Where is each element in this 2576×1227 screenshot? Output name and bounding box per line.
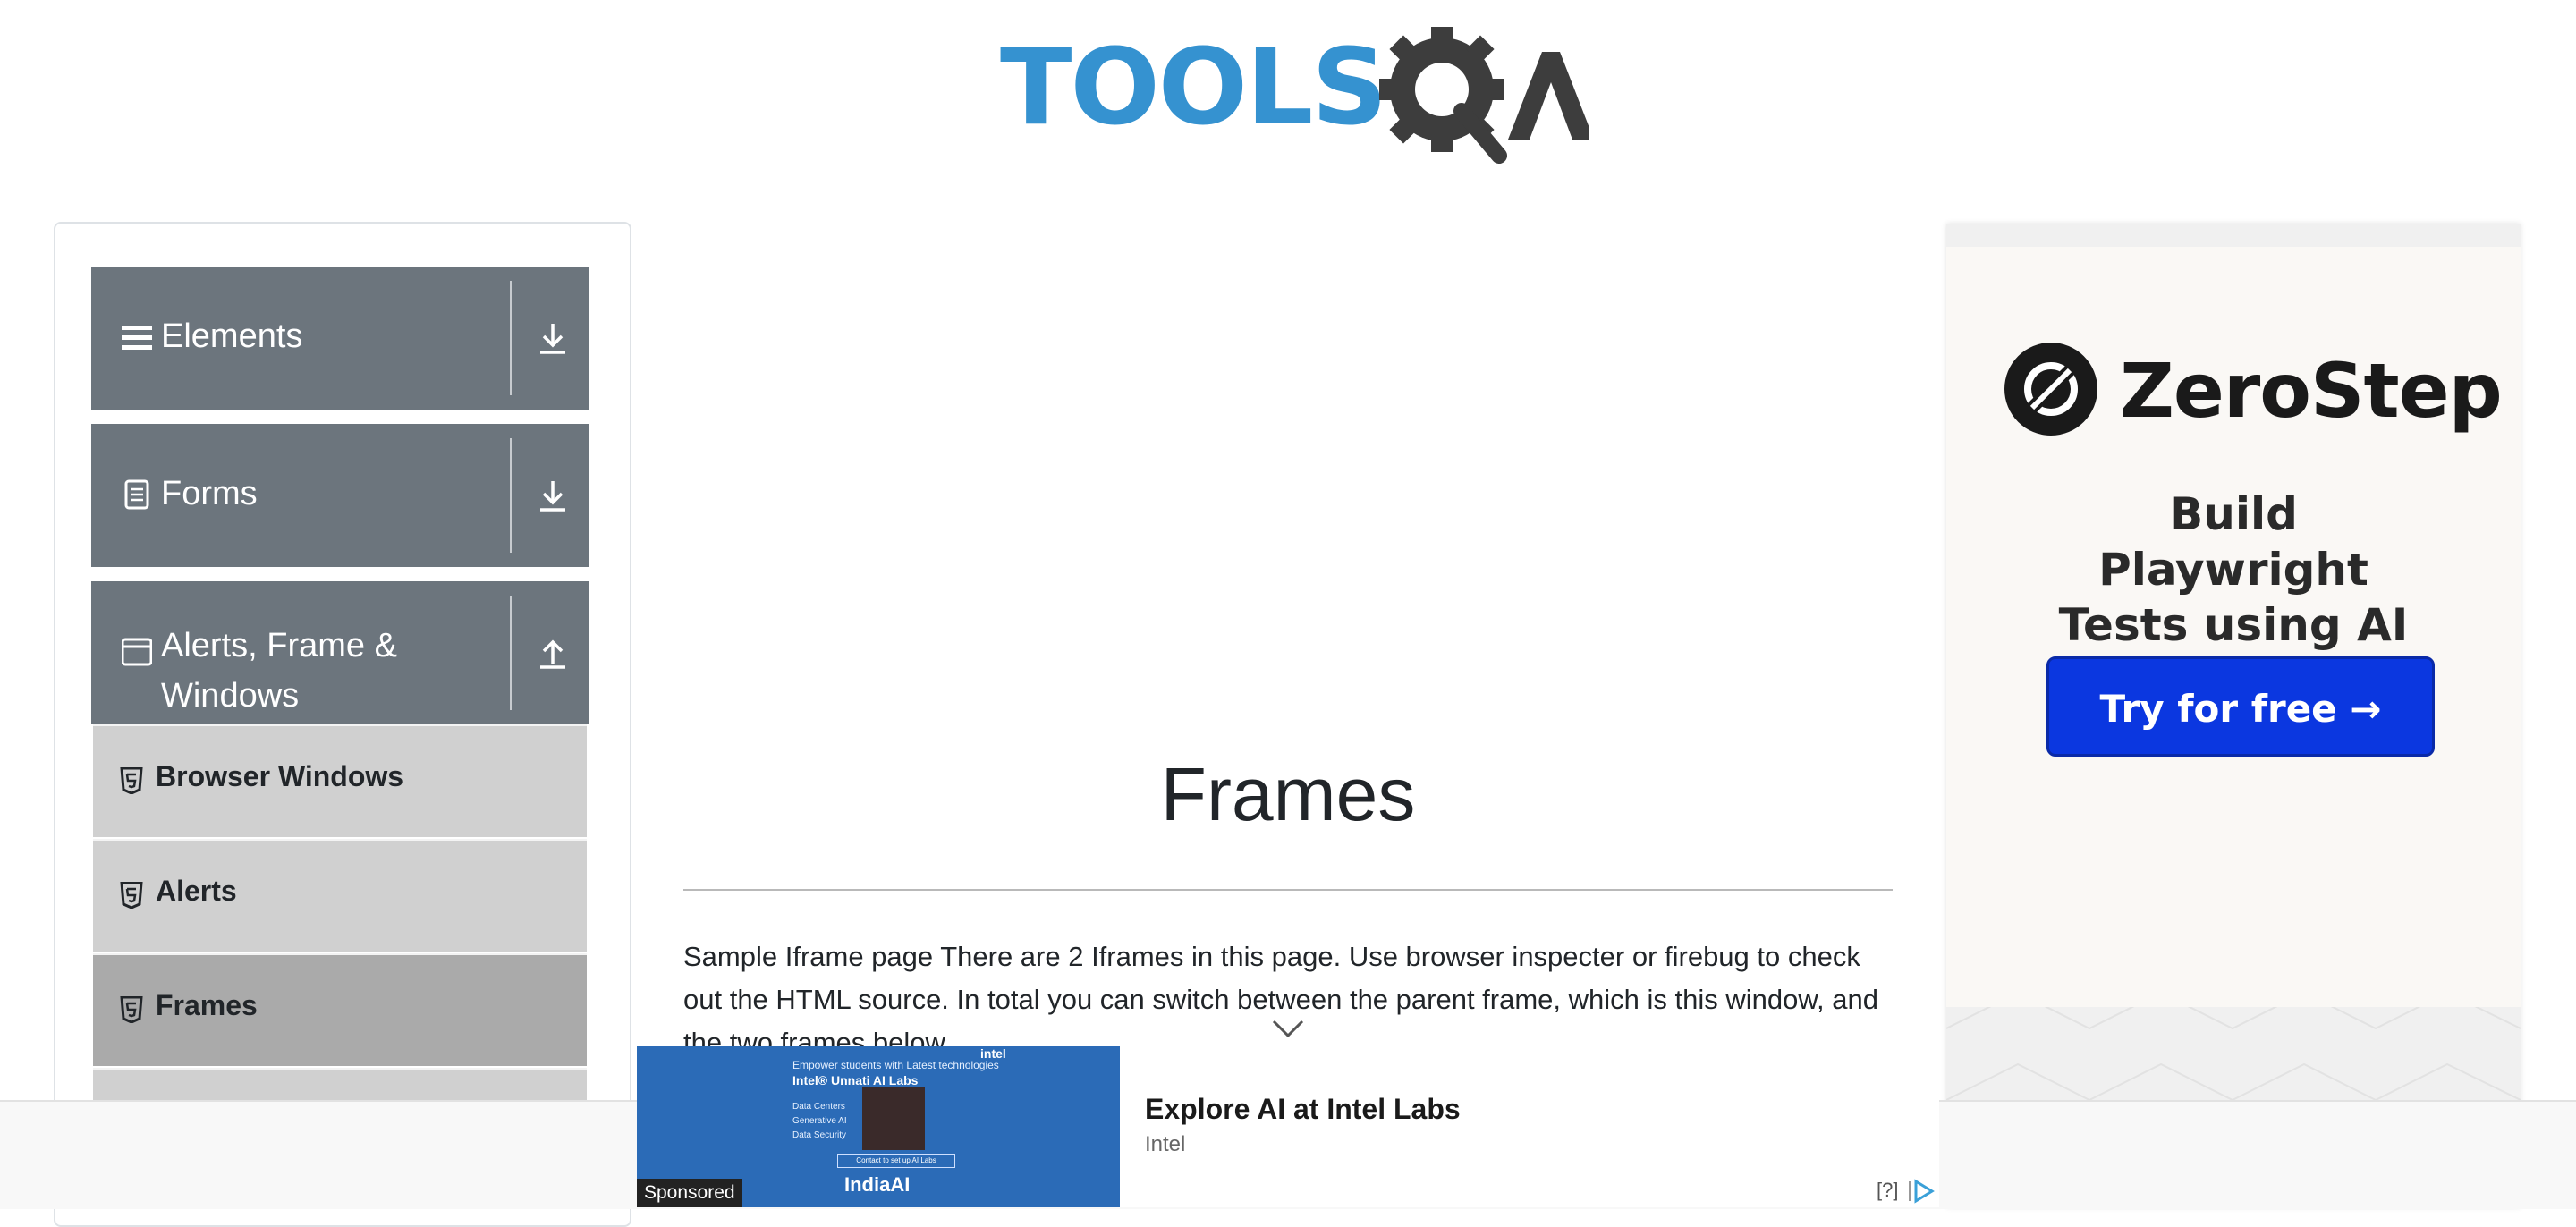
sidebar-item-label: Frames [156,989,258,1021]
html5-icon [120,882,143,909]
sidebar-group-elements[interactable]: Elements [91,267,589,410]
thumb-corner-brand: intel [980,1046,1006,1061]
sidebar-group-alerts-frame-windows[interactable]: Alerts, Frame & Windows [91,581,589,724]
group-divider [510,596,512,710]
side-advertisement[interactable]: ZeroStep Build Playwright Tests using AI… [1946,224,2521,1207]
ad-card: ZeroStep Build Playwright Tests using AI… [1946,247,2521,1007]
sidebar-group-label: Forms [161,475,258,512]
thumb-brand: IndiaAI [844,1173,911,1196]
thumb-topic: Data Centers [792,1102,845,1112]
sidebar-item-label: Browser Windows [156,760,404,792]
upload-arrow-icon[interactable] [537,635,569,671]
sidebar-item-frames[interactable]: Frames [93,953,587,1066]
sponsored-label: Sponsored [637,1179,742,1207]
ad-title[interactable]: Explore AI at Intel Labs [1145,1093,1461,1126]
ad-thumbnail[interactable]: Empower students with Latest technologie… [637,1046,1120,1207]
page-title: Frames [1160,752,1416,836]
thumb-topic: Generative AI [792,1116,847,1126]
logo-text: TOOLS [1000,25,1387,148]
thumb-photo [862,1087,925,1150]
thumb-topics: Data Centers Generative AI Data Security [792,1100,847,1143]
ad-brand-name: ZeroStep [2120,347,2503,435]
title-divider [683,889,1893,891]
page-description: Sample Iframe page There are 2 Iframes i… [683,941,1878,1058]
gear-q-logo-icon [1379,27,1589,164]
sidebar-group-label: Elements [161,317,303,355]
ad-help-link[interactable]: [?] [1877,1179,1898,1202]
sidebar-item-alerts[interactable]: Alerts [93,839,587,952]
html5-icon [120,767,143,794]
thumb-button: Contact to set up AI Labs [837,1154,955,1168]
zerostep-logo-icon [2004,343,2097,436]
toolsqa-logo[interactable]: TOOLS [1000,25,1589,168]
ad-source: Intel [1145,1132,1186,1156]
document-icon [124,479,149,510]
group-divider [510,438,512,553]
sidebar-group-label: Alerts, Frame & Windows [161,627,397,715]
html5-icon [120,996,143,1023]
browser-window-icon [122,638,152,666]
group-divider [510,281,512,395]
left-sidebar: Elements Forms Alerts, Frame & Windows B… [54,222,631,1227]
download-arrow-icon[interactable] [537,478,569,513]
chevron-down-icon[interactable] [1272,1020,1304,1039]
hamburger-icon [122,326,152,350]
adchoices-icon[interactable] [1907,1179,1936,1204]
thumb-program: Intel® Unnati AI Labs [792,1073,919,1087]
ad-tagline: Build Playwright Tests using AI [2058,488,2409,651]
thumb-topic: Data Security [792,1130,847,1140]
sidebar-item-label: Alerts [156,875,237,907]
thumb-headline: Empower students with Latest technologie… [792,1059,999,1071]
download-arrow-icon[interactable] [537,320,569,356]
bottom-advertisement[interactable]: Empower students with Latest technologie… [637,1046,1939,1207]
sidebar-item-browser-windows[interactable]: Browser Windows [93,724,587,837]
try-for-free-button[interactable]: Try for free → [2046,656,2435,757]
sidebar-group-forms[interactable]: Forms [91,424,589,567]
